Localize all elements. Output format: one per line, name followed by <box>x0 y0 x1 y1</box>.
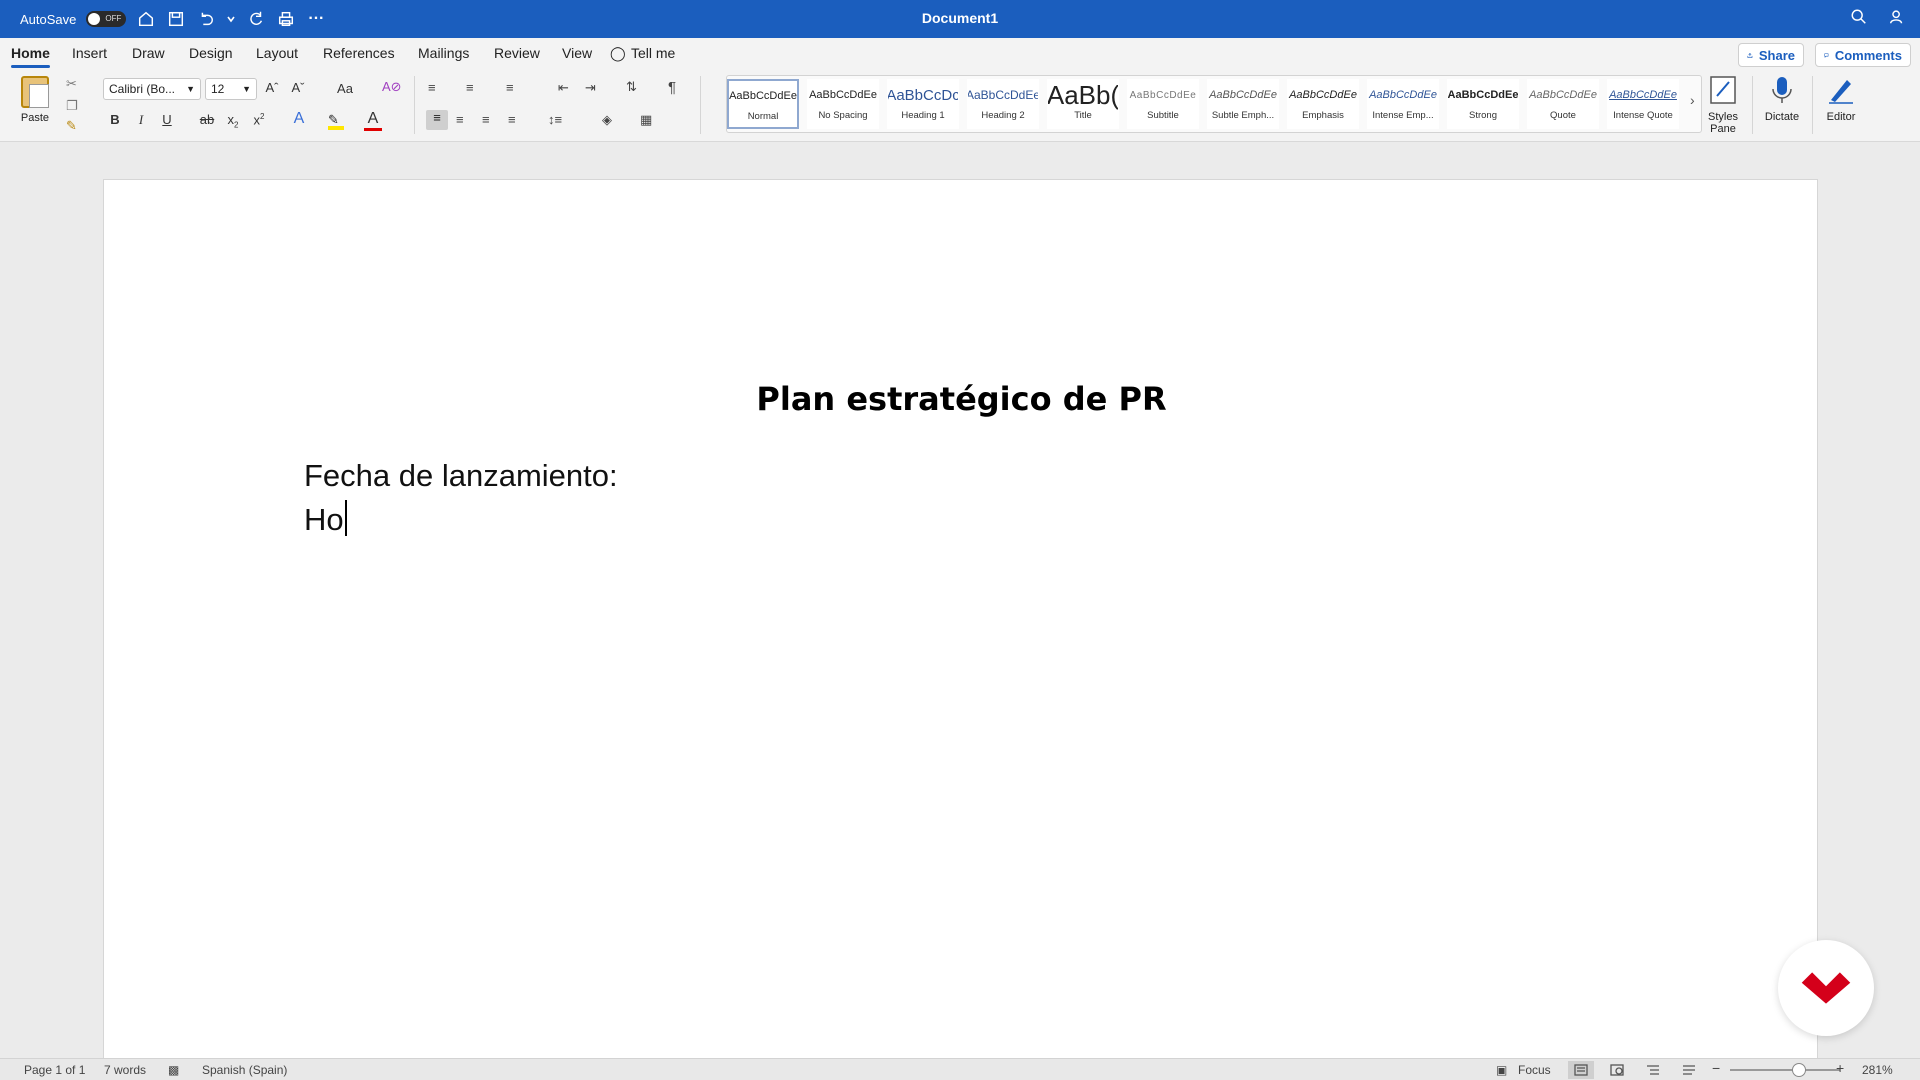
document-title: Document1 <box>921 10 999 26</box>
line-spacing-icon[interactable]: ↕≡ <box>548 112 562 127</box>
proofing-icon[interactable]: ▩ <box>168 1063 179 1077</box>
styles-pane-icon <box>1710 76 1736 104</box>
justify-icon[interactable]: ≡ <box>508 112 516 127</box>
title-bar: AutoSave OFF ··· Document1 <box>0 0 1920 38</box>
ribbon-tabs: Home Insert Draw Design Layout Reference… <box>0 38 1920 68</box>
tab-design[interactable]: Design <box>189 45 233 61</box>
shrink-font-button[interactable]: Aˇ <box>289 80 307 95</box>
change-case-button[interactable]: Aa <box>330 81 360 96</box>
tab-references[interactable]: References <box>323 45 395 61</box>
document-line-1[interactable]: Fecha de lanzamiento: <box>304 458 618 494</box>
account-icon[interactable] <box>1888 8 1906 31</box>
numbering-icon[interactable]: ≡ <box>466 80 474 95</box>
page-count[interactable]: Page 1 of 1 <box>24 1063 85 1077</box>
styles-pane-button[interactable]: Styles Pane <box>1696 74 1750 140</box>
paste-button[interactable]: Paste <box>12 74 58 134</box>
style-intense-emphasis[interactable]: AaBbCcDdEe Intense Emp... <box>1367 79 1439 129</box>
style-heading-2[interactable]: AaBbCcDdEe Heading 2 <box>967 79 1039 129</box>
subscript-button[interactable]: x2 <box>224 112 242 130</box>
style-strong[interactable]: AaBbCcDdEe Strong <box>1447 79 1519 129</box>
style-intense-quote[interactable]: AaBbCcDdEe Intense Quote <box>1607 79 1679 129</box>
document-heading[interactable]: Plan estratégico de PR <box>104 380 1819 418</box>
lightbulb-icon: ◯ <box>610 45 626 61</box>
editor-button[interactable]: Editor <box>1814 74 1868 140</box>
search-icon[interactable] <box>1850 8 1868 31</box>
style-subtitle[interactable]: AaBbCcDdEe Subtitle <box>1127 79 1199 129</box>
word-count[interactable]: 7 words <box>104 1063 146 1077</box>
tab-mailings[interactable]: Mailings <box>418 45 469 61</box>
style-heading-1[interactable]: AaBbCcDc Heading 1 <box>887 79 959 129</box>
bullets-icon[interactable]: ≡ <box>428 80 436 95</box>
brand-logo-icon <box>1801 972 1851 1004</box>
style-title[interactable]: AaBb(Title <box>1047 79 1119 129</box>
tab-draw[interactable]: Draw <box>132 45 165 61</box>
superscript-button[interactable]: x2 <box>250 112 268 127</box>
zoom-out-button[interactable]: − <box>1712 1060 1720 1076</box>
comment-icon <box>1824 53 1829 58</box>
paste-label: Paste <box>20 112 50 124</box>
dictate-button[interactable]: Dictate <box>1755 74 1809 140</box>
underline-button[interactable]: U <box>158 112 176 127</box>
shading-icon[interactable]: ◈ <box>602 112 612 128</box>
tab-review[interactable]: Review <box>494 45 540 61</box>
align-left-icon[interactable]: ≡ <box>426 110 448 130</box>
strikethrough-button[interactable]: ab <box>196 112 218 127</box>
text-effects-icon[interactable]: A <box>290 110 308 128</box>
tab-layout[interactable]: Layout <box>256 45 298 61</box>
share-button[interactable]: Share <box>1738 43 1804 67</box>
language-indicator[interactable]: Spanish (Spain) <box>202 1063 287 1077</box>
gallery-next-icon[interactable]: › <box>1690 92 1695 108</box>
focus-button[interactable]: Focus <box>1518 1063 1551 1077</box>
cut-icon[interactable]: ✂ <box>66 76 77 92</box>
show-formatting-icon[interactable]: ¶ <box>668 79 676 96</box>
decrease-indent-icon[interactable]: ⇤ <box>558 80 569 96</box>
sort-icon[interactable]: ⇅ <box>626 79 637 95</box>
style-normal[interactable]: AaBbCcDdEe Normal <box>727 79 799 129</box>
grow-font-button[interactable]: Aˆ <box>263 80 281 95</box>
align-right-icon[interactable]: ≡ <box>482 112 490 127</box>
comments-button[interactable]: Comments <box>1815 43 1911 67</box>
increase-indent-icon[interactable]: ⇥ <box>585 80 596 96</box>
font-name-select[interactable]: Calibri (Bo... ▼ <box>103 78 201 100</box>
outline-view-button[interactable] <box>1640 1061 1666 1079</box>
tab-tell-me[interactable]: Tell me <box>631 45 675 61</box>
ribbon-home: Paste ✂ ❐ ✎ Calibri (Bo... ▼ 12 ▼ Aˆ Aˇ Aa… <box>0 68 1920 142</box>
multilevel-list-icon[interactable]: ≡ <box>506 80 514 95</box>
italic-button[interactable]: I <box>132 112 150 128</box>
font-size-select[interactable]: 12 ▼ <box>205 78 257 100</box>
format-painter-icon[interactable]: ✎ <box>66 118 77 134</box>
font-color-icon[interactable]: A <box>364 110 382 131</box>
zoom-slider-thumb[interactable] <box>1792 1063 1806 1077</box>
clipboard-icon <box>21 76 49 108</box>
tab-home[interactable]: Home <box>11 45 50 68</box>
focus-icon[interactable]: ▣ <box>1496 1063 1507 1077</box>
document-line-2[interactable]: Ho <box>304 500 347 538</box>
style-subtle-emphasis[interactable]: AaBbCcDdEe Subtle Emph... <box>1207 79 1279 129</box>
style-no-spacing[interactable]: AaBbCcDdEe No Spacing <box>807 79 879 129</box>
zoom-level[interactable]: 281% <box>1862 1063 1893 1077</box>
print-layout-view-button[interactable] <box>1568 1061 1594 1079</box>
web-layout-view-button[interactable] <box>1604 1061 1630 1079</box>
bold-button[interactable]: B <box>106 112 124 127</box>
document-page[interactable]: Plan estratégico de PR Fecha de lanzamie… <box>103 179 1818 1059</box>
zoom-in-button[interactable]: + <box>1836 1060 1844 1076</box>
text-cursor <box>344 500 347 536</box>
style-quote[interactable]: AaBbCcDdEe Quote <box>1527 79 1599 129</box>
copy-icon[interactable]: ❐ <box>66 98 78 114</box>
logo-badge[interactable] <box>1778 940 1874 1036</box>
status-bar: Page 1 of 1 7 words ▩ Spanish (Spain) ▣ … <box>0 1058 1920 1080</box>
draft-view-button[interactable] <box>1676 1061 1702 1079</box>
align-center-icon[interactable]: ≡ <box>456 112 464 127</box>
tab-insert[interactable]: Insert <box>72 45 107 61</box>
microphone-icon <box>1772 77 1792 103</box>
clear-formatting-icon[interactable]: A⊘ <box>382 79 402 95</box>
editor-icon <box>1829 80 1853 104</box>
share-icon <box>1747 52 1753 58</box>
borders-icon[interactable]: ▦ <box>640 112 652 128</box>
styles-gallery: AaBbCcDdEe Normal AaBbCcDdEe No Spacing Aa… <box>726 75 1702 133</box>
highlight-icon[interactable]: ✎ <box>328 112 344 130</box>
tab-view[interactable]: View <box>562 45 592 61</box>
style-emphasis[interactable]: AaBbCcDdEe Emphasis <box>1287 79 1359 129</box>
zoom-slider-track[interactable] <box>1730 1069 1840 1071</box>
